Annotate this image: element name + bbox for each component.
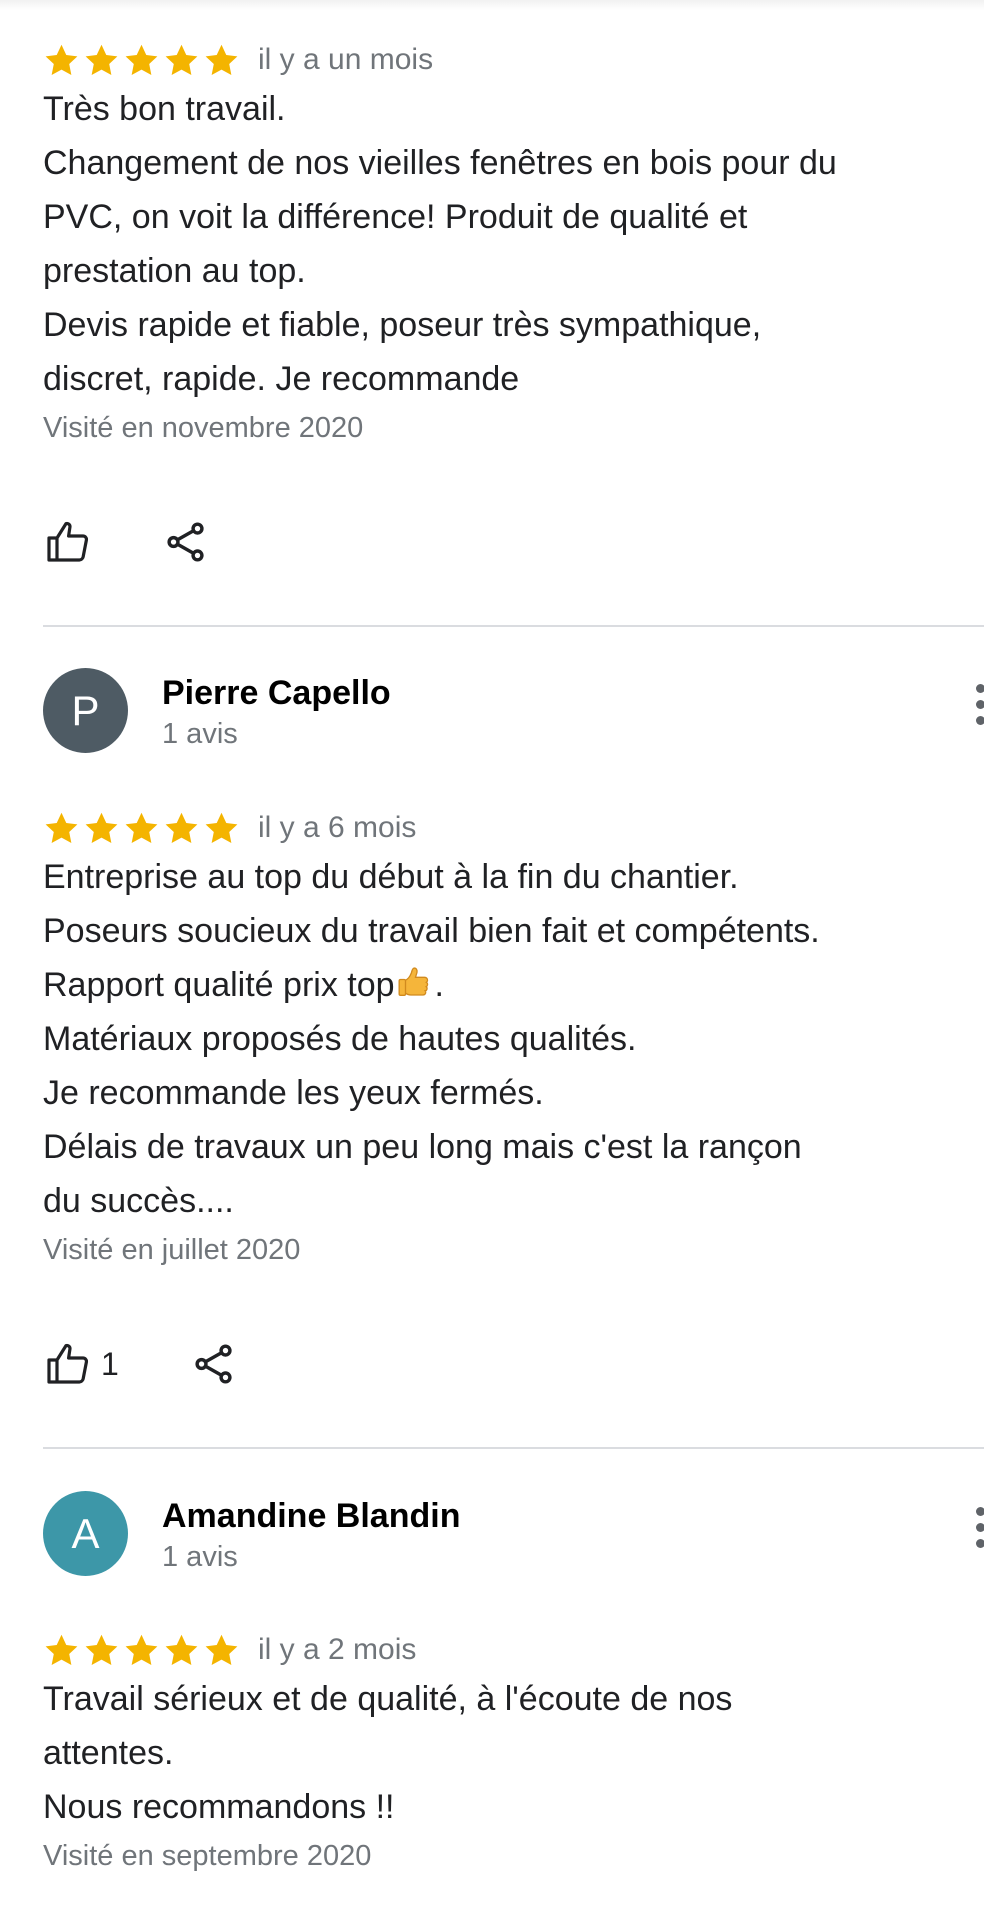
- more-options-icon[interactable]: [973, 1507, 984, 1557]
- review-card: il y a 6 mois Entreprise au top du début…: [43, 806, 984, 1394]
- review-text-line: Nous recommandons !!: [43, 1788, 395, 1826]
- star-icon: [85, 812, 118, 843]
- review-text-line: du succès....: [43, 1182, 234, 1220]
- star-rating: [43, 810, 240, 847]
- review-text-fragment: Rapport qualité prix top: [43, 966, 395, 1004]
- like-button[interactable]: [43, 518, 91, 566]
- top-edge-shadow: [0, 0, 984, 10]
- review-text-fragment: .: [434, 966, 444, 1004]
- visit-date: Visité en novembre 2020: [43, 412, 364, 444]
- author-name[interactable]: Amandine Blandin: [162, 1497, 460, 1536]
- star-icon: [85, 44, 118, 75]
- review-text-line: PVC, on voit la différence! Produit de q…: [43, 198, 748, 236]
- author-name[interactable]: Pierre Capello: [162, 674, 391, 713]
- review-text-line: attentes.: [43, 1734, 174, 1772]
- star-icon: [205, 44, 238, 75]
- review-text-line: Matériaux proposés de hautes qualités.: [43, 1020, 637, 1058]
- more-options-icon[interactable]: [973, 684, 984, 734]
- star-icon: [165, 812, 198, 843]
- review-text-line: Travail sérieux et de qualité, à l'écout…: [43, 1680, 733, 1718]
- review-divider: [43, 625, 984, 627]
- avatar[interactable]: P: [43, 668, 128, 753]
- review-text-line: Changement de nos vieilles fenêtres en b…: [43, 144, 837, 182]
- avatar-initial: A: [71, 1509, 100, 1557]
- review-text-line: Très bon travail.: [43, 90, 286, 128]
- star-icon: [165, 1634, 198, 1665]
- review-text-line: Délais de travaux un peu long mais c'est…: [43, 1128, 802, 1166]
- share-icon: [195, 1344, 232, 1384]
- review-divider: [43, 1447, 984, 1449]
- review-date: il y a 6 mois: [258, 811, 417, 844]
- review-date: il y a 2 mois: [258, 1633, 417, 1666]
- review-author[interactable]: P Pierre Capello 1 avis: [43, 668, 984, 758]
- star-icon: [205, 1634, 238, 1665]
- thumbs-up-emoji-icon: [398, 967, 428, 996]
- share-button[interactable]: [163, 519, 209, 565]
- review-text: Très bon travail. Changement de nos viei…: [43, 82, 943, 406]
- star-rating: [43, 42, 240, 79]
- review-text-line: Entreprise au top du début à la fin du c…: [43, 858, 739, 896]
- review-text-line: Devis rapide et fiable, poseur très symp…: [43, 306, 762, 344]
- review-date: il y a un mois: [258, 43, 434, 76]
- star-icon: [165, 44, 198, 75]
- author-review-count: 1 avis: [162, 1541, 238, 1573]
- avatar-initial: P: [71, 686, 100, 734]
- review-actions: [43, 512, 984, 572]
- share-button[interactable]: [191, 1341, 237, 1387]
- review-text-line: prestation au top.: [43, 252, 306, 290]
- star-icon: [85, 1634, 118, 1665]
- rating-row: il y a 6 mois: [43, 806, 984, 850]
- review-text-line: discret, rapide. Je recommande: [43, 360, 520, 398]
- author-review-count: 1 avis: [162, 718, 238, 750]
- visit-date: Visité en septembre 2020: [43, 1840, 372, 1872]
- star-icon: [45, 812, 78, 843]
- review-author[interactable]: A Amandine Blandin 1 avis: [43, 1491, 984, 1581]
- visit-date: Visité en juillet 2020: [43, 1234, 301, 1266]
- avatar[interactable]: A: [43, 1491, 128, 1576]
- share-icon: [167, 522, 204, 562]
- star-icon: [205, 812, 238, 843]
- star-icon: [45, 44, 78, 75]
- review-text: Travail sérieux et de qualité, à l'écout…: [43, 1672, 943, 1834]
- review-text-line: Je recommande les yeux fermés.: [43, 1074, 544, 1112]
- review-card: il y a 2 mois Travail sérieux et de qual…: [43, 1628, 984, 1876]
- thumbs-up-icon: [47, 1343, 89, 1384]
- like-button[interactable]: 1: [43, 1340, 119, 1388]
- star-rating: [43, 1632, 240, 1669]
- like-count: 1: [101, 1345, 119, 1382]
- thumbs-up-icon: [47, 521, 89, 562]
- review-text-line-with-emoji: Rapport qualité prix top.: [43, 958, 943, 1012]
- review-actions: 1: [43, 1334, 984, 1394]
- star-icon: [125, 812, 158, 843]
- review-card: il y a un mois Très bon travail. Changem…: [43, 38, 984, 572]
- star-icon: [125, 44, 158, 75]
- rating-row: il y a un mois: [43, 38, 984, 82]
- rating-row: il y a 2 mois: [43, 1628, 984, 1672]
- star-icon: [125, 1634, 158, 1665]
- review-text: Entreprise au top du début à la fin du c…: [43, 850, 943, 1228]
- star-icon: [45, 1634, 78, 1665]
- review-text-line: Poseurs soucieux du travail bien fait et…: [43, 912, 820, 950]
